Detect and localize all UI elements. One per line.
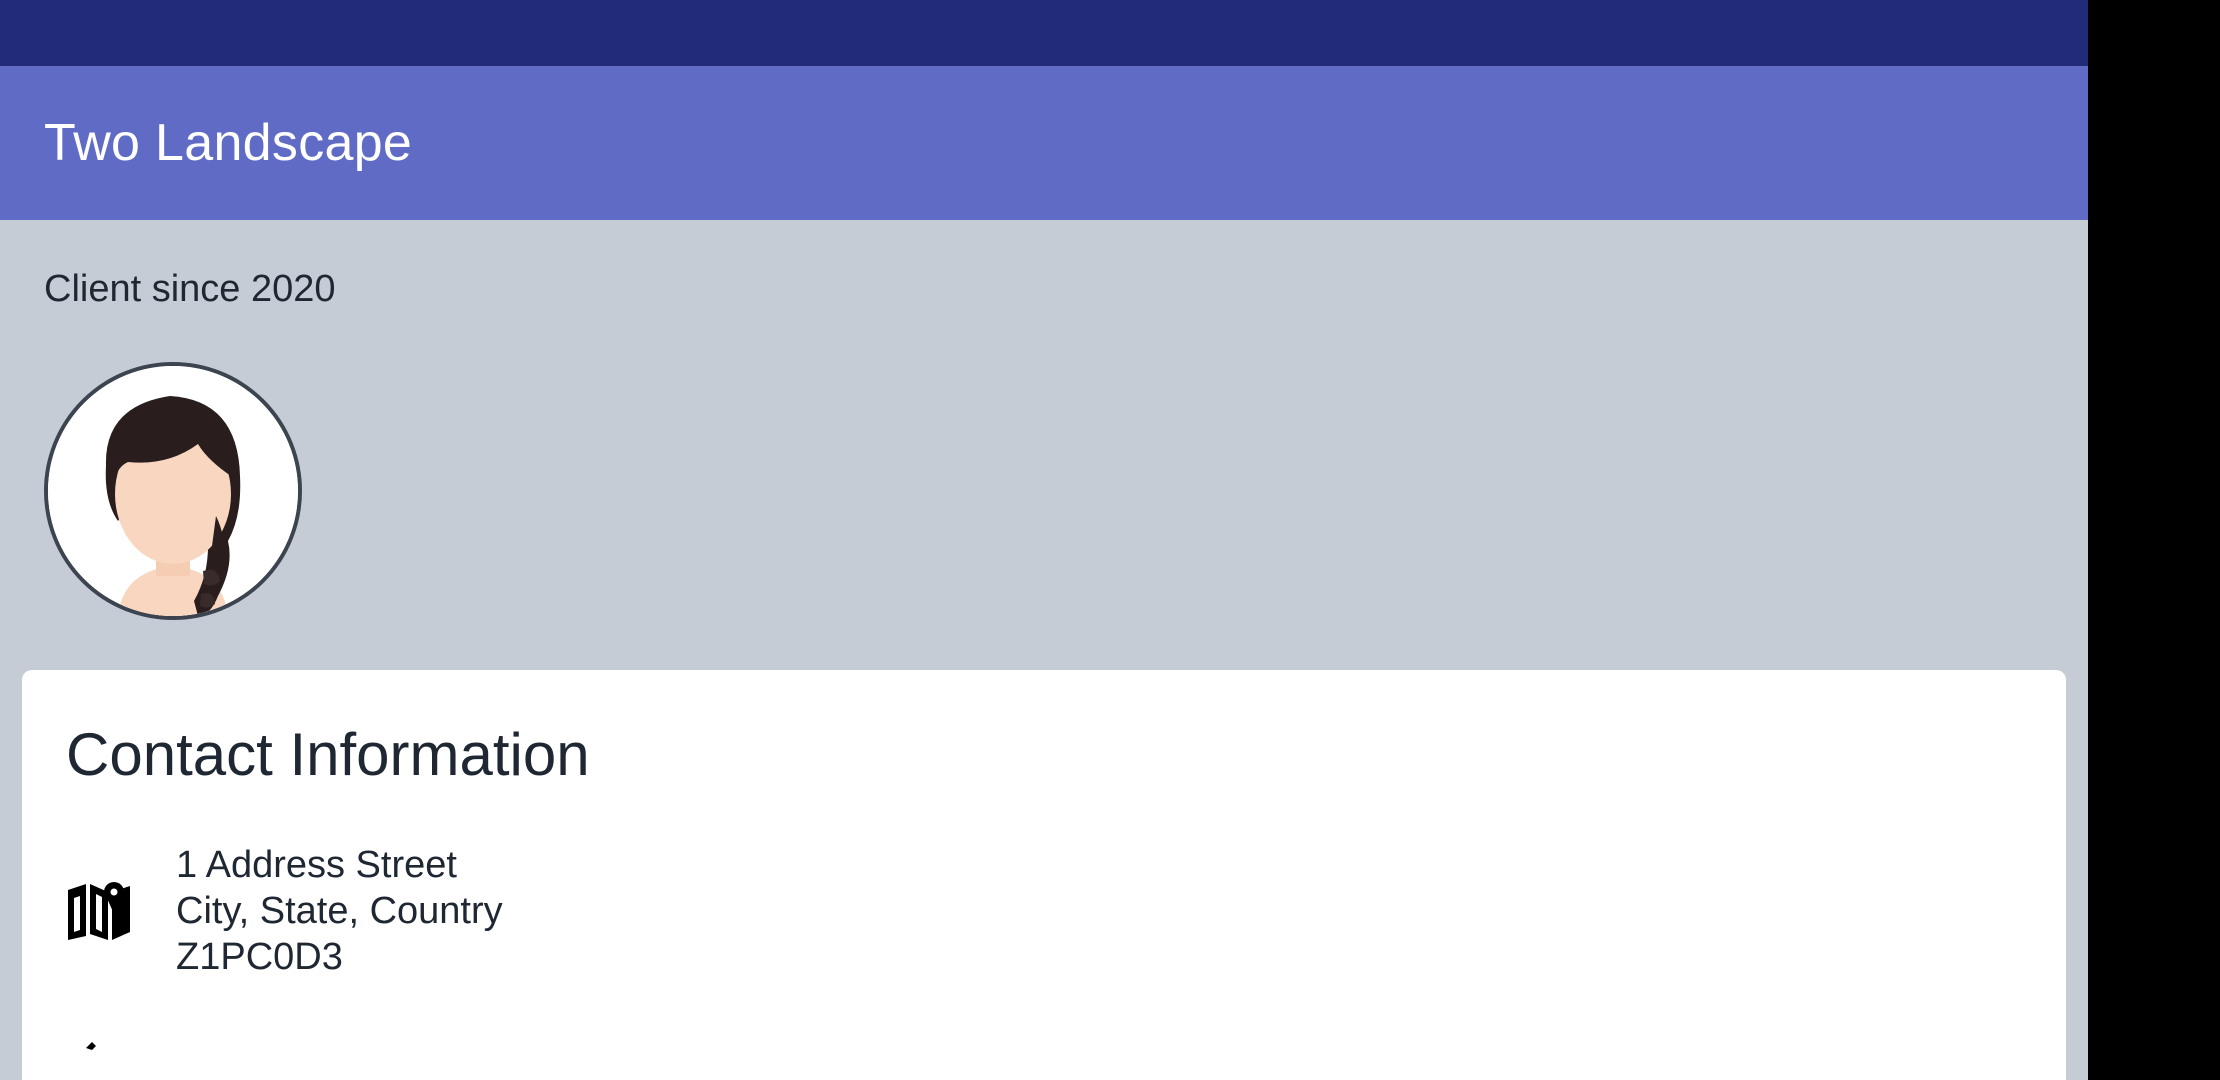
screen-edge: [2088, 0, 2220, 1080]
card-title: Contact Information: [66, 721, 590, 788]
female-avatar-icon: [48, 366, 298, 616]
app-bar: Two Landscape: [0, 66, 2088, 220]
client-since-label: Client since 2020: [44, 268, 336, 310]
address-postal-code: Z1PC0D3: [176, 936, 343, 978]
address-block: 1 Address Street City, State, Country Z1…: [176, 842, 503, 980]
address-line-2: City, State, Country: [176, 890, 503, 932]
status-bar: [0, 0, 2088, 66]
map-icon: [68, 882, 130, 940]
app-screen: Two Landscape Client since 2020 Contact …: [0, 0, 2088, 1080]
address-line-1: 1 Address Street: [176, 844, 457, 886]
contact-information-card: Contact Information 1 Address Street Cit…: [22, 670, 2066, 1080]
phone-icon: [86, 1042, 96, 1050]
app-title: Two Landscape: [44, 114, 413, 172]
avatar: [44, 362, 302, 620]
